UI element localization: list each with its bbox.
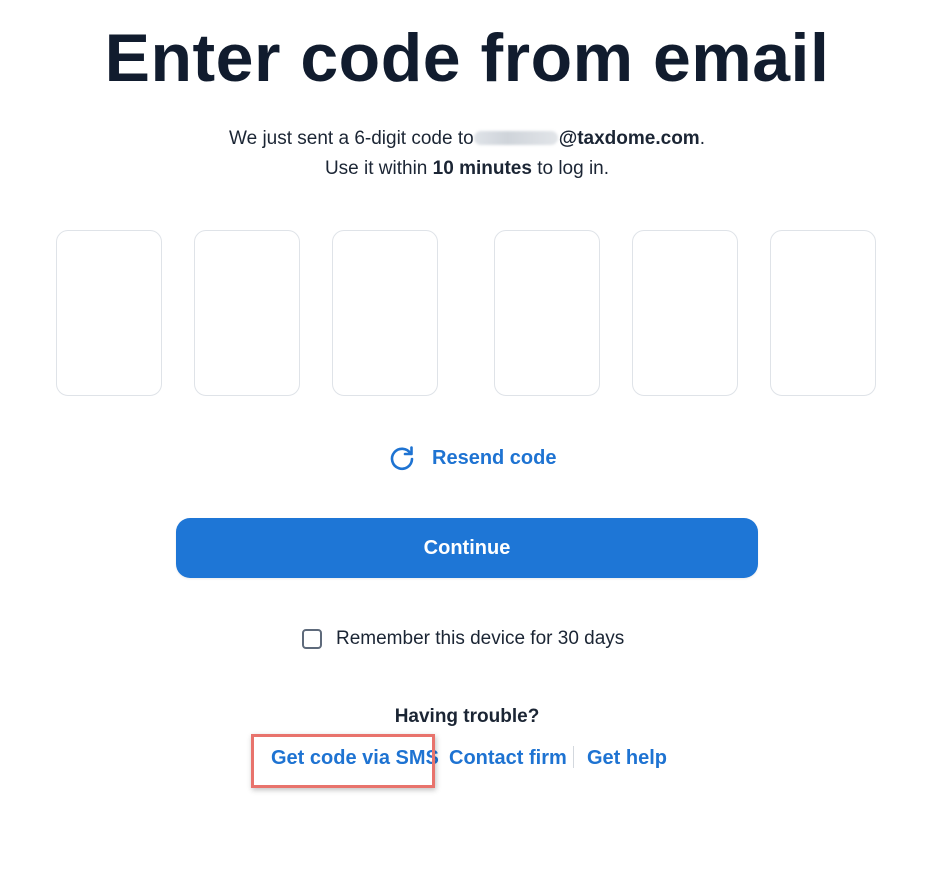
email-domain: @taxdome.com xyxy=(558,128,700,149)
instruction-prefix: We just sent a 6-digit code to xyxy=(229,128,474,149)
continue-button[interactable]: Continue xyxy=(176,518,758,578)
code-digit-1[interactable] xyxy=(56,230,162,396)
remember-device-option[interactable]: Remember this device for 30 days xyxy=(302,628,624,650)
refresh-icon xyxy=(388,444,416,472)
redacted-email-user xyxy=(473,131,558,145)
code-input-group xyxy=(0,230,934,398)
code-digit-6[interactable] xyxy=(770,230,876,396)
link-divider xyxy=(573,746,574,768)
having-trouble-heading: Having trouble? xyxy=(394,706,540,727)
get-help-link[interactable]: Get help xyxy=(587,744,667,772)
instruction-line-2: Use it within 10 minutes to log in. xyxy=(0,154,934,184)
code-digit-2[interactable] xyxy=(194,230,300,396)
code-digit-5[interactable] xyxy=(632,230,738,396)
code-digit-4[interactable] xyxy=(494,230,600,396)
remember-device-checkbox[interactable] xyxy=(302,629,322,649)
help-links: Get code via SMS Contact firm Get help xyxy=(0,744,934,774)
page-title: Enter code from email xyxy=(104,20,830,96)
contact-firm-link[interactable]: Contact firm xyxy=(449,744,567,772)
instruction-time-suffix: to log in. xyxy=(537,158,610,179)
instruction-time-prefix: Use it within xyxy=(324,158,428,179)
instruction-text: We just sent a 6-digit code to @taxdome.c… xyxy=(0,124,934,184)
expiry-time: 10 minutes xyxy=(432,158,532,179)
code-digit-3[interactable] xyxy=(332,230,438,396)
instruction-period: . xyxy=(699,128,705,149)
resend-code-label: Resend code xyxy=(432,446,557,469)
instruction-line-1: We just sent a 6-digit code to @taxdome.c… xyxy=(0,124,934,154)
get-code-via-sms-link[interactable]: Get code via SMS xyxy=(271,744,439,772)
resend-code-button[interactable]: Resend code xyxy=(388,442,556,474)
remember-device-label: Remember this device for 30 days xyxy=(336,628,625,649)
